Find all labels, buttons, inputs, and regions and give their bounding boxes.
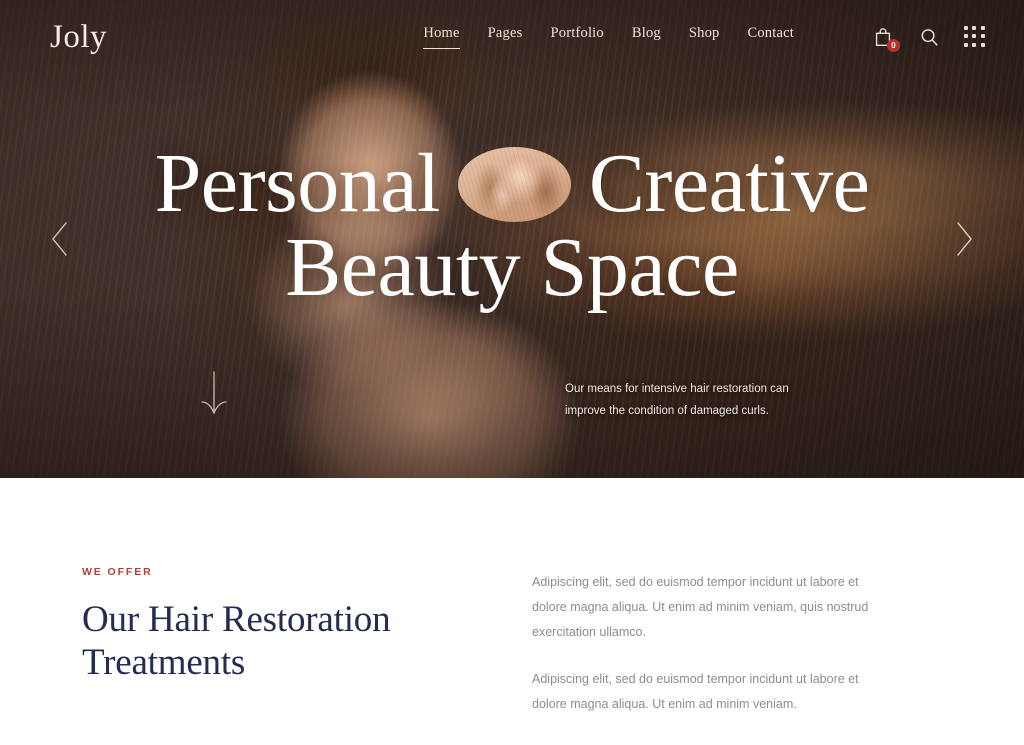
grid-dot [972, 34, 977, 39]
offer-title: Our Hair Restoration Treatments [82, 599, 391, 684]
hero-title-word-creative: Creative [588, 137, 870, 230]
oval-portrait-image [457, 146, 571, 222]
hero-section: Joly Home Pages Portfolio Blog Shop Cont… [0, 0, 1024, 478]
nav-item-shop[interactable]: Shop [689, 25, 720, 49]
arrow-down-icon[interactable] [196, 370, 232, 418]
offer-section: WE OFFER Our Hair Restoration Treatments… [0, 478, 1024, 745]
nav-item-blog[interactable]: Blog [632, 25, 661, 49]
offer-inner: WE OFFER Our Hair Restoration Treatments… [0, 566, 1024, 717]
chevron-right-icon[interactable] [944, 219, 984, 259]
grid-dot [964, 26, 968, 30]
nav-item-portfolio[interactable]: Portfolio [551, 25, 604, 49]
offer-paragraph-1: Adipiscing elit, sed do euismod tempor i… [532, 575, 869, 639]
hero-caption-text: Our means for intensive hair restoration… [565, 383, 789, 418]
hero-headline-block: Personal Creative Beauty Space [0, 137, 1024, 315]
search-icon[interactable] [918, 26, 940, 48]
grid-dot [972, 26, 977, 30]
hero-title-line-2: Beauty Space [285, 221, 739, 315]
nav-item-pages[interactable]: Pages [488, 25, 523, 49]
offer-right-column: Adipiscing elit, sed do euismod tempor i… [532, 566, 882, 717]
main-navigation: Home Pages Portfolio Blog Shop Contact 0 [423, 25, 986, 52]
nav-item-home[interactable]: Home [423, 25, 460, 49]
offer-left-column: WE OFFER Our Hair Restoration Treatments [82, 566, 502, 717]
nav-item-contact[interactable]: Contact [747, 25, 794, 49]
shopping-bag-icon[interactable]: 0 [872, 26, 900, 52]
header-icon-group: 0 [872, 26, 986, 52]
grid-dot [972, 42, 977, 47]
grid-dot [964, 42, 968, 47]
grid-dot [980, 42, 985, 47]
grid-menu-icon[interactable] [964, 26, 986, 48]
cart-count-badge: 0 [887, 39, 900, 52]
offer-paragraph-2: Adipiscing elit, sed do euismod tempor i… [532, 672, 859, 711]
site-header: Joly Home Pages Portfolio Blog Shop Cont… [0, 0, 1024, 74]
grid-dot [980, 34, 985, 39]
offer-eyebrow: WE OFFER [82, 566, 153, 578]
grid-dot [980, 26, 985, 30]
chevron-left-icon[interactable] [40, 219, 80, 259]
hero-title-word-personal: Personal [154, 137, 441, 230]
site-logo[interactable]: Joly [50, 20, 107, 54]
hero-title-line-1: Personal Creative [0, 137, 1024, 230]
grid-dot [964, 34, 968, 39]
